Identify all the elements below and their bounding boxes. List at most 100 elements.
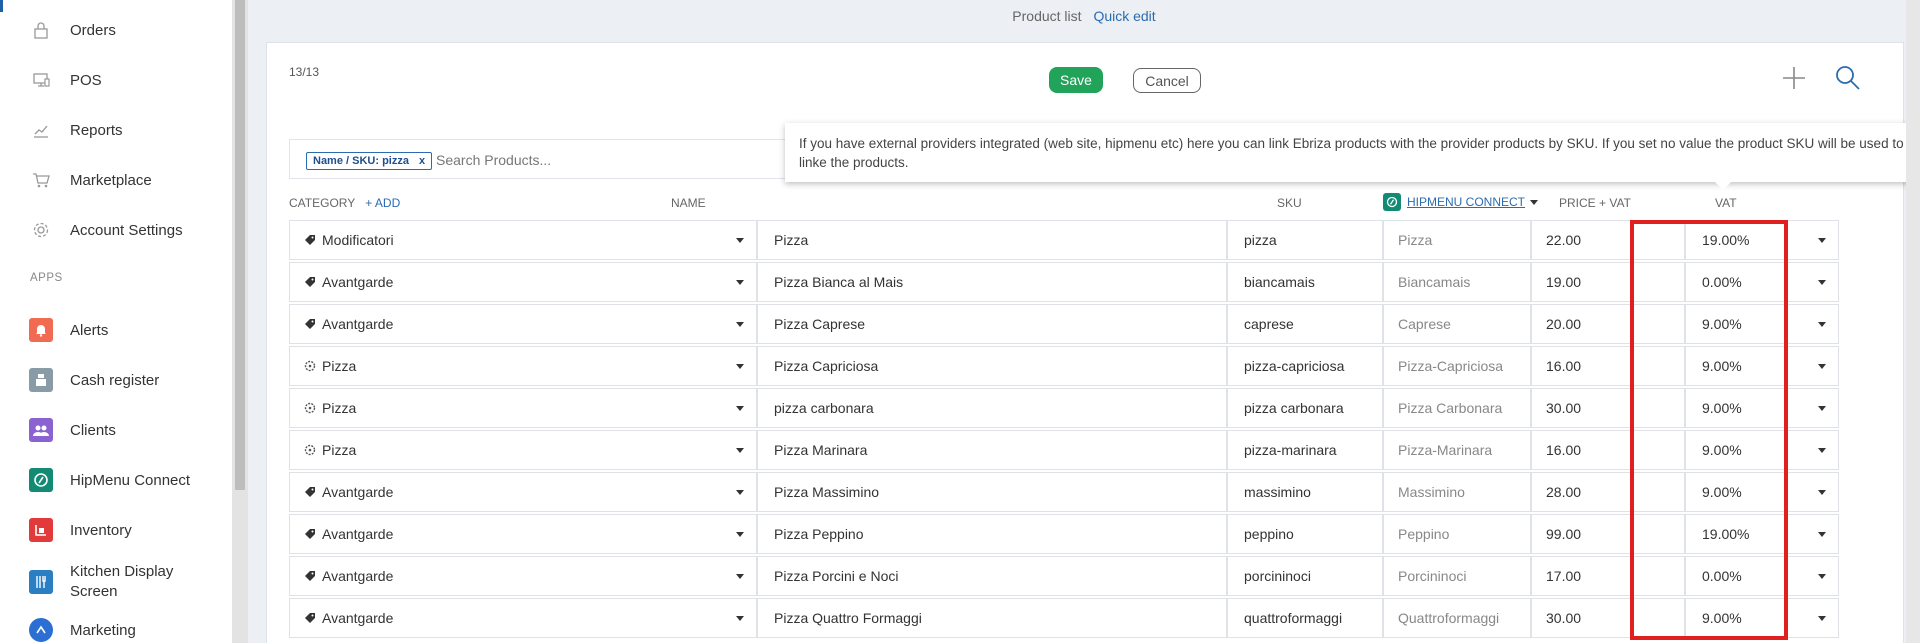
vat-select[interactable]: 9.00% [1685,388,1839,428]
sidebar-app-hipmenu-connect[interactable]: HipMenu Connect [28,465,190,495]
name-field[interactable]: Pizza Caprese [757,304,1227,344]
breadcrumb-product-list[interactable]: Product list [1012,8,1081,24]
price-field[interactable]: 19.00 [1531,262,1685,302]
page-scrollbar[interactable] [1906,0,1920,643]
name-field[interactable]: pizza carbonara [757,388,1227,428]
vat-select[interactable]: 9.00% [1685,346,1839,386]
name-field[interactable]: Pizza Massimino [757,472,1227,512]
sidebar-item-marketplace[interactable]: Marketplace [28,165,152,195]
sku-field[interactable]: quattroformaggi [1227,598,1383,638]
chevron-down-icon[interactable] [1818,280,1826,285]
chevron-down-icon[interactable] [736,616,744,621]
sidebar-item-pos[interactable]: POS [28,65,102,95]
sidebar-app-clients[interactable]: Clients [28,415,116,445]
sku-field[interactable]: massimino [1227,472,1383,512]
chevron-down-icon[interactable] [1818,238,1826,243]
name-field[interactable]: Pizza Capriciosa [757,346,1227,386]
category-select[interactable]: Avantgarde [289,304,757,344]
vat-select[interactable]: 9.00% [1685,304,1839,344]
chevron-down-icon[interactable] [736,322,744,327]
sidebar-app-inventory[interactable]: Inventory [28,515,132,545]
chevron-down-icon[interactable] [1818,322,1826,327]
sidebar-item-account-settings[interactable]: Account Settings [28,215,183,245]
chevron-down-icon[interactable] [1530,199,1539,205]
search-input[interactable] [436,149,736,171]
chevron-down-icon[interactable] [736,238,744,243]
hipmenu-sku-field[interactable]: Peppino [1383,514,1531,554]
category-select[interactable]: Modificatori [289,220,757,260]
category-select[interactable]: Pizza [289,346,757,386]
hipmenu-sku-field[interactable]: Pizza-Capriciosa [1383,346,1531,386]
chevron-down-icon[interactable] [1818,364,1826,369]
price-field[interactable]: 30.00 [1531,388,1685,428]
vat-select[interactable]: 0.00% [1685,262,1839,302]
vat-select[interactable]: 9.00% [1685,598,1839,638]
price-field[interactable]: 16.00 [1531,430,1685,470]
vat-select[interactable]: 9.00% [1685,430,1839,470]
sku-field[interactable]: pizza-marinara [1227,430,1383,470]
vat-select[interactable]: 19.00% [1685,220,1839,260]
chevron-down-icon[interactable] [1818,448,1826,453]
hipmenu-sku-field[interactable]: Pizza [1383,220,1531,260]
category-select[interactable]: Avantgarde [289,598,757,638]
add-product-icon[interactable] [1779,63,1809,93]
chevron-down-icon[interactable] [1818,532,1826,537]
chevron-down-icon[interactable] [736,574,744,579]
sidebar-item-reports[interactable]: Reports [28,115,123,145]
category-select[interactable]: Avantgarde [289,556,757,596]
sidebar-app-alerts[interactable]: Alerts [28,315,108,345]
category-select[interactable]: Avantgarde [289,262,757,302]
sidebar-app-cash-register[interactable]: Cash register [28,365,159,395]
hipmenu-sku-field[interactable]: Pizza Carbonara [1383,388,1531,428]
chevron-down-icon[interactable] [736,448,744,453]
sku-field[interactable]: biancamais [1227,262,1383,302]
sidebar-app-kitchen-display[interactable]: Kitchen Display Screen [28,562,180,602]
chevron-down-icon[interactable] [736,532,744,537]
hipmenu-sku-field[interactable]: Massimino [1383,472,1531,512]
sku-field[interactable]: caprese [1227,304,1383,344]
chevron-down-icon[interactable] [1818,616,1826,621]
price-field[interactable]: 22.00 [1531,220,1685,260]
search-icon[interactable] [1833,63,1863,93]
hipmenu-sku-field[interactable]: Porcininoci [1383,556,1531,596]
breadcrumb-quick-edit[interactable]: Quick edit [1093,8,1155,24]
vat-select[interactable]: 9.00% [1685,472,1839,512]
filter-chip[interactable]: Name / SKU: pizza x [306,152,433,170]
column-header-hipmenu[interactable]: HIPMENU CONNECT [1383,193,1539,211]
cancel-button[interactable]: Cancel [1133,68,1201,93]
sidebar-scrollbar[interactable] [232,0,248,643]
sku-field[interactable]: pizza [1227,220,1383,260]
name-field[interactable]: Pizza Porcini e Noci [757,556,1227,596]
price-field[interactable]: 30.00 [1531,598,1685,638]
price-field[interactable]: 17.00 [1531,556,1685,596]
sidebar-app-marketing[interactable]: Marketing [28,615,136,643]
name-field[interactable]: Pizza [757,220,1227,260]
sku-field[interactable]: porcininoci [1227,556,1383,596]
price-field[interactable]: 20.00 [1531,304,1685,344]
vat-select[interactable]: 0.00% [1685,556,1839,596]
chevron-down-icon[interactable] [1818,574,1826,579]
chevron-down-icon[interactable] [736,280,744,285]
add-category-link[interactable]: + ADD [365,196,400,210]
filter-chip-close[interactable]: x [419,155,425,167]
vat-select[interactable]: 19.00% [1685,514,1839,554]
hipmenu-sku-field[interactable]: Quattroformaggi [1383,598,1531,638]
hipmenu-sku-field[interactable]: Caprese [1383,304,1531,344]
name-field[interactable]: Pizza Peppino [757,514,1227,554]
category-select[interactable]: Avantgarde [289,514,757,554]
save-button[interactable]: Save [1049,67,1103,93]
chevron-down-icon[interactable] [1818,490,1826,495]
hipmenu-sku-field[interactable]: Biancamais [1383,262,1531,302]
scrollbar-thumb[interactable] [235,0,245,490]
hipmenu-sku-field[interactable]: Pizza-Marinara [1383,430,1531,470]
category-select[interactable]: Avantgarde [289,472,757,512]
sidebar-item-orders[interactable]: Orders [28,15,116,45]
price-field[interactable]: 28.00 [1531,472,1685,512]
chevron-down-icon[interactable] [736,406,744,411]
sku-field[interactable]: pizza carbonara [1227,388,1383,428]
price-field[interactable]: 16.00 [1531,346,1685,386]
chevron-down-icon[interactable] [736,490,744,495]
name-field[interactable]: Pizza Marinara [757,430,1227,470]
chevron-down-icon[interactable] [1818,406,1826,411]
name-field[interactable]: Pizza Bianca al Mais [757,262,1227,302]
